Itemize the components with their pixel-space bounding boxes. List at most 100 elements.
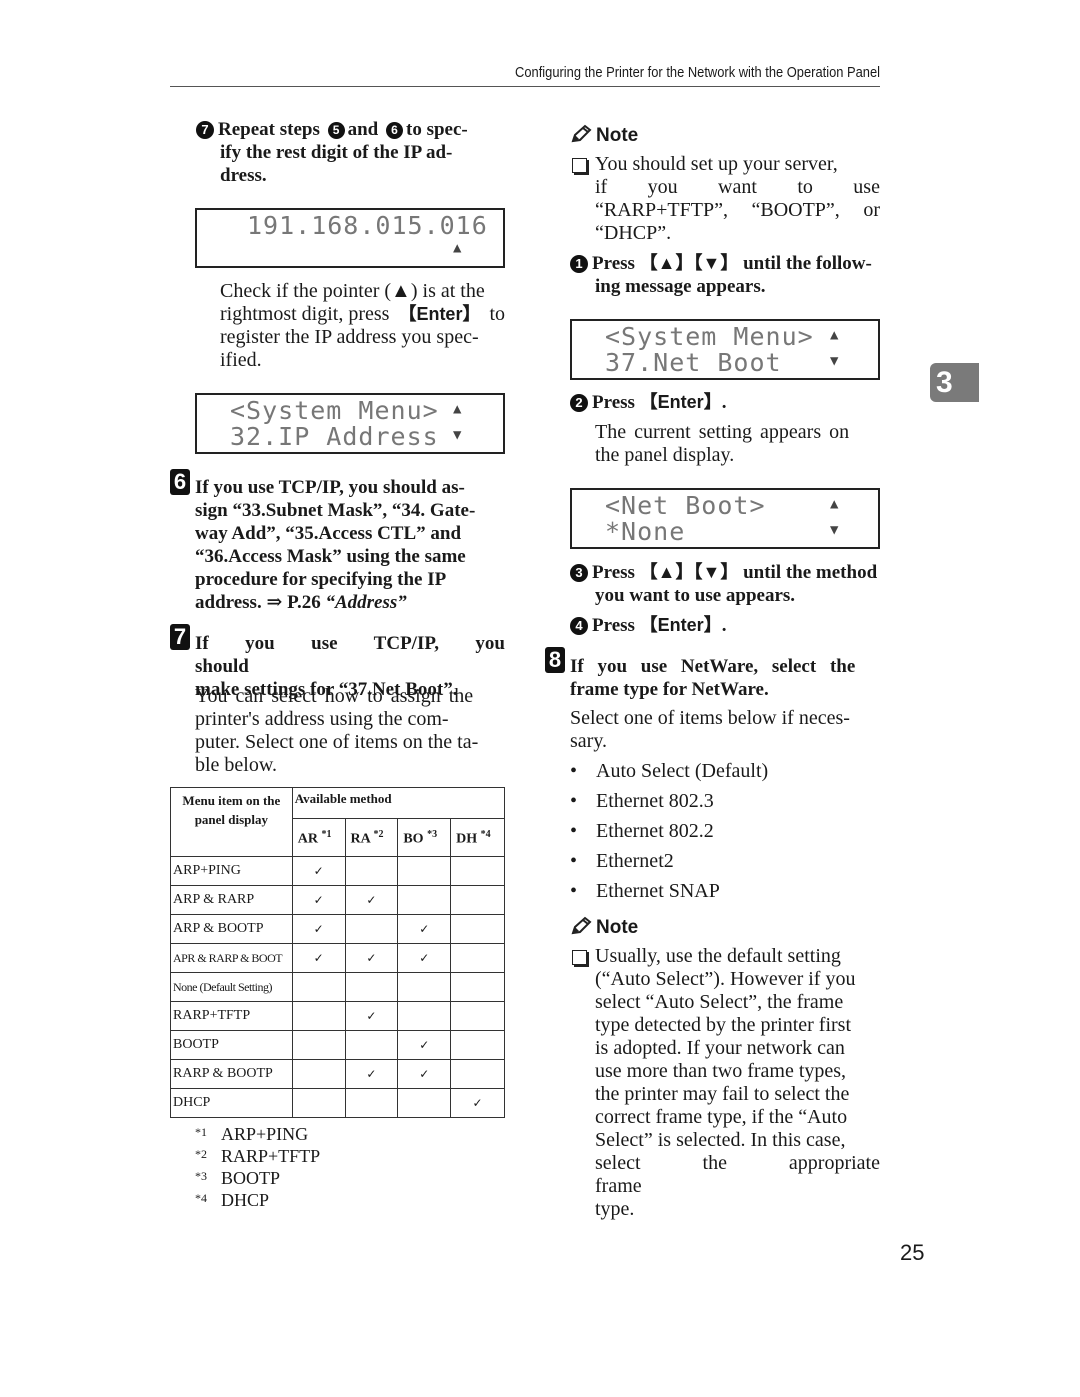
empty-cell — [291, 1001, 346, 1031]
list-item: • Ethernet2 — [570, 846, 768, 876]
checkbox-bullet-icon — [572, 158, 587, 173]
pencil-icon — [571, 124, 592, 143]
table-row: RARP+TFTP ✓ — [170, 1001, 505, 1031]
substep-text: and — [347, 119, 379, 140]
empty-cell — [291, 1030, 346, 1060]
page-number: 25 — [900, 1240, 925, 1265]
checkmark-icon: ✓ — [344, 943, 399, 973]
empty-cell — [450, 1030, 505, 1060]
step-number-6: 6 — [170, 469, 190, 495]
step-number-icon: 4 — [570, 617, 588, 635]
footnote: *3 BOOTP — [195, 1168, 281, 1188]
text-line: Select” is selected. In this case, — [595, 1129, 846, 1151]
lcd-line-2: 32.IP Address — [230, 422, 439, 451]
up-pointer-icon: ▲ — [453, 240, 463, 256]
text-line: sary. — [570, 730, 608, 752]
lcd-line-1: <System Menu> — [605, 322, 814, 351]
empty-cell — [291, 1088, 346, 1118]
step-number-7: 7 — [170, 624, 190, 650]
step-8-body: Select one of items below if neces- sary… — [570, 707, 880, 753]
menu-item-name: None (Default Setting) — [170, 972, 293, 1002]
up-arrow-icon: ▲ — [453, 401, 463, 417]
step-8: If you use NetWare, select the frame typ… — [570, 655, 880, 701]
substep-2: 2 Press 【Enter】. — [570, 391, 880, 414]
menu-item-name: DHCP — [170, 1088, 293, 1118]
bullet-icon: • — [570, 820, 578, 842]
column-header-dh: DH *4 — [450, 818, 505, 857]
checkmark-icon: ✓ — [397, 1030, 452, 1060]
menu-item-name: RARP+TFTP — [170, 1001, 293, 1031]
table-row: BOOTP ✓ — [170, 1030, 505, 1060]
running-header: Configuring the Printer for the Network … — [515, 64, 880, 81]
table-row: ARP & BOOTP ✓ ✓ — [170, 914, 505, 944]
table-row: ARP+PING ✓ — [170, 856, 505, 886]
text-line: If you use NetWare, select the — [570, 656, 856, 677]
text-line: “DHCP”. — [595, 222, 672, 244]
table-footnotes: *1 ARP+PING *2 RARP+TFTP *3 BOOTP *4 DHCP — [195, 1122, 320, 1210]
text-line: frame type for NetWare. — [570, 679, 769, 700]
text-line: type. — [595, 1198, 635, 1220]
note-title: Note — [596, 125, 639, 146]
lcd-system-menu-netboot: <System Menu> 37.Net Boot ▲ ▼ — [570, 319, 880, 380]
step-number-icon: 1 — [570, 255, 588, 273]
text-line: ified. — [220, 349, 262, 371]
step-7-body: You can select how to assign the printer… — [195, 685, 505, 777]
cross-ref[interactable]: address. ⇒ P.26 — [195, 592, 321, 613]
word: “RARP+TFTP”, — [595, 199, 728, 221]
text-line: You can select how to assign the — [195, 685, 474, 707]
step-number-icon: 3 — [570, 564, 588, 582]
text-line: to — [489, 303, 505, 325]
text-line: ble below. — [195, 754, 278, 776]
empty-cell — [450, 1001, 505, 1031]
word: want — [718, 176, 757, 198]
text-line: correct frame type, if the “Auto — [595, 1106, 848, 1128]
step-6: If you use TCP/IP, you should as- sign “… — [195, 476, 505, 614]
down-key-label: 【▼】 — [693, 562, 739, 582]
bullet-icon: • — [570, 880, 578, 902]
text-line: Usually, use the default setting — [595, 945, 841, 967]
empty-cell — [450, 885, 505, 915]
substep-line: you want to use appears. — [595, 585, 796, 606]
bullet-icon: • — [570, 760, 578, 782]
cross-ref-title[interactable]: “Address” — [325, 592, 406, 613]
net-boot-methods-table: Menu item on the panel display Available… — [170, 787, 506, 1118]
empty-cell — [397, 1088, 452, 1118]
empty-cell — [291, 972, 346, 1002]
checkmark-icon: ✓ — [291, 885, 346, 915]
lcd-net-boot-setting: <Net Boot> *None ▲ ▼ — [570, 488, 880, 549]
table-row: None (Default Setting) — [170, 972, 505, 1002]
substep-text: Press — [592, 253, 635, 274]
substep-7: 7 Repeat steps 5 and 6 to spec- ify the res… — [196, 118, 505, 187]
substep-3: 3 Press 【▲】【▼】 until the method you want … — [570, 561, 880, 607]
down-arrow-icon: ▼ — [830, 522, 840, 538]
list-item: • Auto Select (Default) — [570, 756, 768, 786]
substep-line: ify the rest digit of the IP ad- — [220, 142, 453, 163]
column-header-ar: AR *1 — [291, 818, 346, 857]
text-line: If you use TCP/IP, you should — [195, 633, 505, 677]
menu-item-name: ARP & BOOTP — [170, 914, 293, 944]
step-number-icon: 7 — [196, 121, 214, 139]
text-line: printer's address using the com- — [195, 708, 449, 730]
step-number-8: 8 — [545, 647, 565, 673]
word: you — [647, 176, 678, 198]
frame-type-list: • Auto Select (Default) • Ethernet 802.3 • Et… — [570, 756, 768, 906]
substep-1: 1 Press 【▲】【▼】 until the follow- ing mess… — [570, 252, 880, 298]
chapter-tab[interactable]: 3 — [930, 363, 979, 402]
bullet-icon: • — [570, 850, 578, 872]
substep-4: 4 Press 【Enter】. — [570, 614, 880, 637]
table-row: APR & RARP & BOOT ✓ ✓ ✓ — [170, 943, 505, 973]
lcd-system-menu-ip: <System Menu> 32.IP Address ▲ ▼ — [195, 393, 505, 454]
checkmark-icon: ✓ — [291, 856, 346, 886]
empty-cell — [450, 1059, 505, 1089]
checkmark-icon: ✓ — [291, 914, 346, 944]
table-row: RARP & BOOTP ✓ ✓ — [170, 1059, 505, 1089]
menu-item-name: RARP & BOOTP — [170, 1059, 293, 1089]
empty-cell — [397, 856, 452, 886]
column-header-bo: BO *3 — [397, 818, 452, 857]
list-item: • Ethernet 802.3 — [570, 786, 768, 816]
menu-item-name: ARP & RARP — [170, 885, 293, 915]
down-arrow-icon: ▼ — [830, 353, 840, 369]
empty-cell — [450, 914, 505, 944]
text-line: select “Auto Select”, the frame — [595, 991, 844, 1013]
word: to — [797, 176, 813, 198]
